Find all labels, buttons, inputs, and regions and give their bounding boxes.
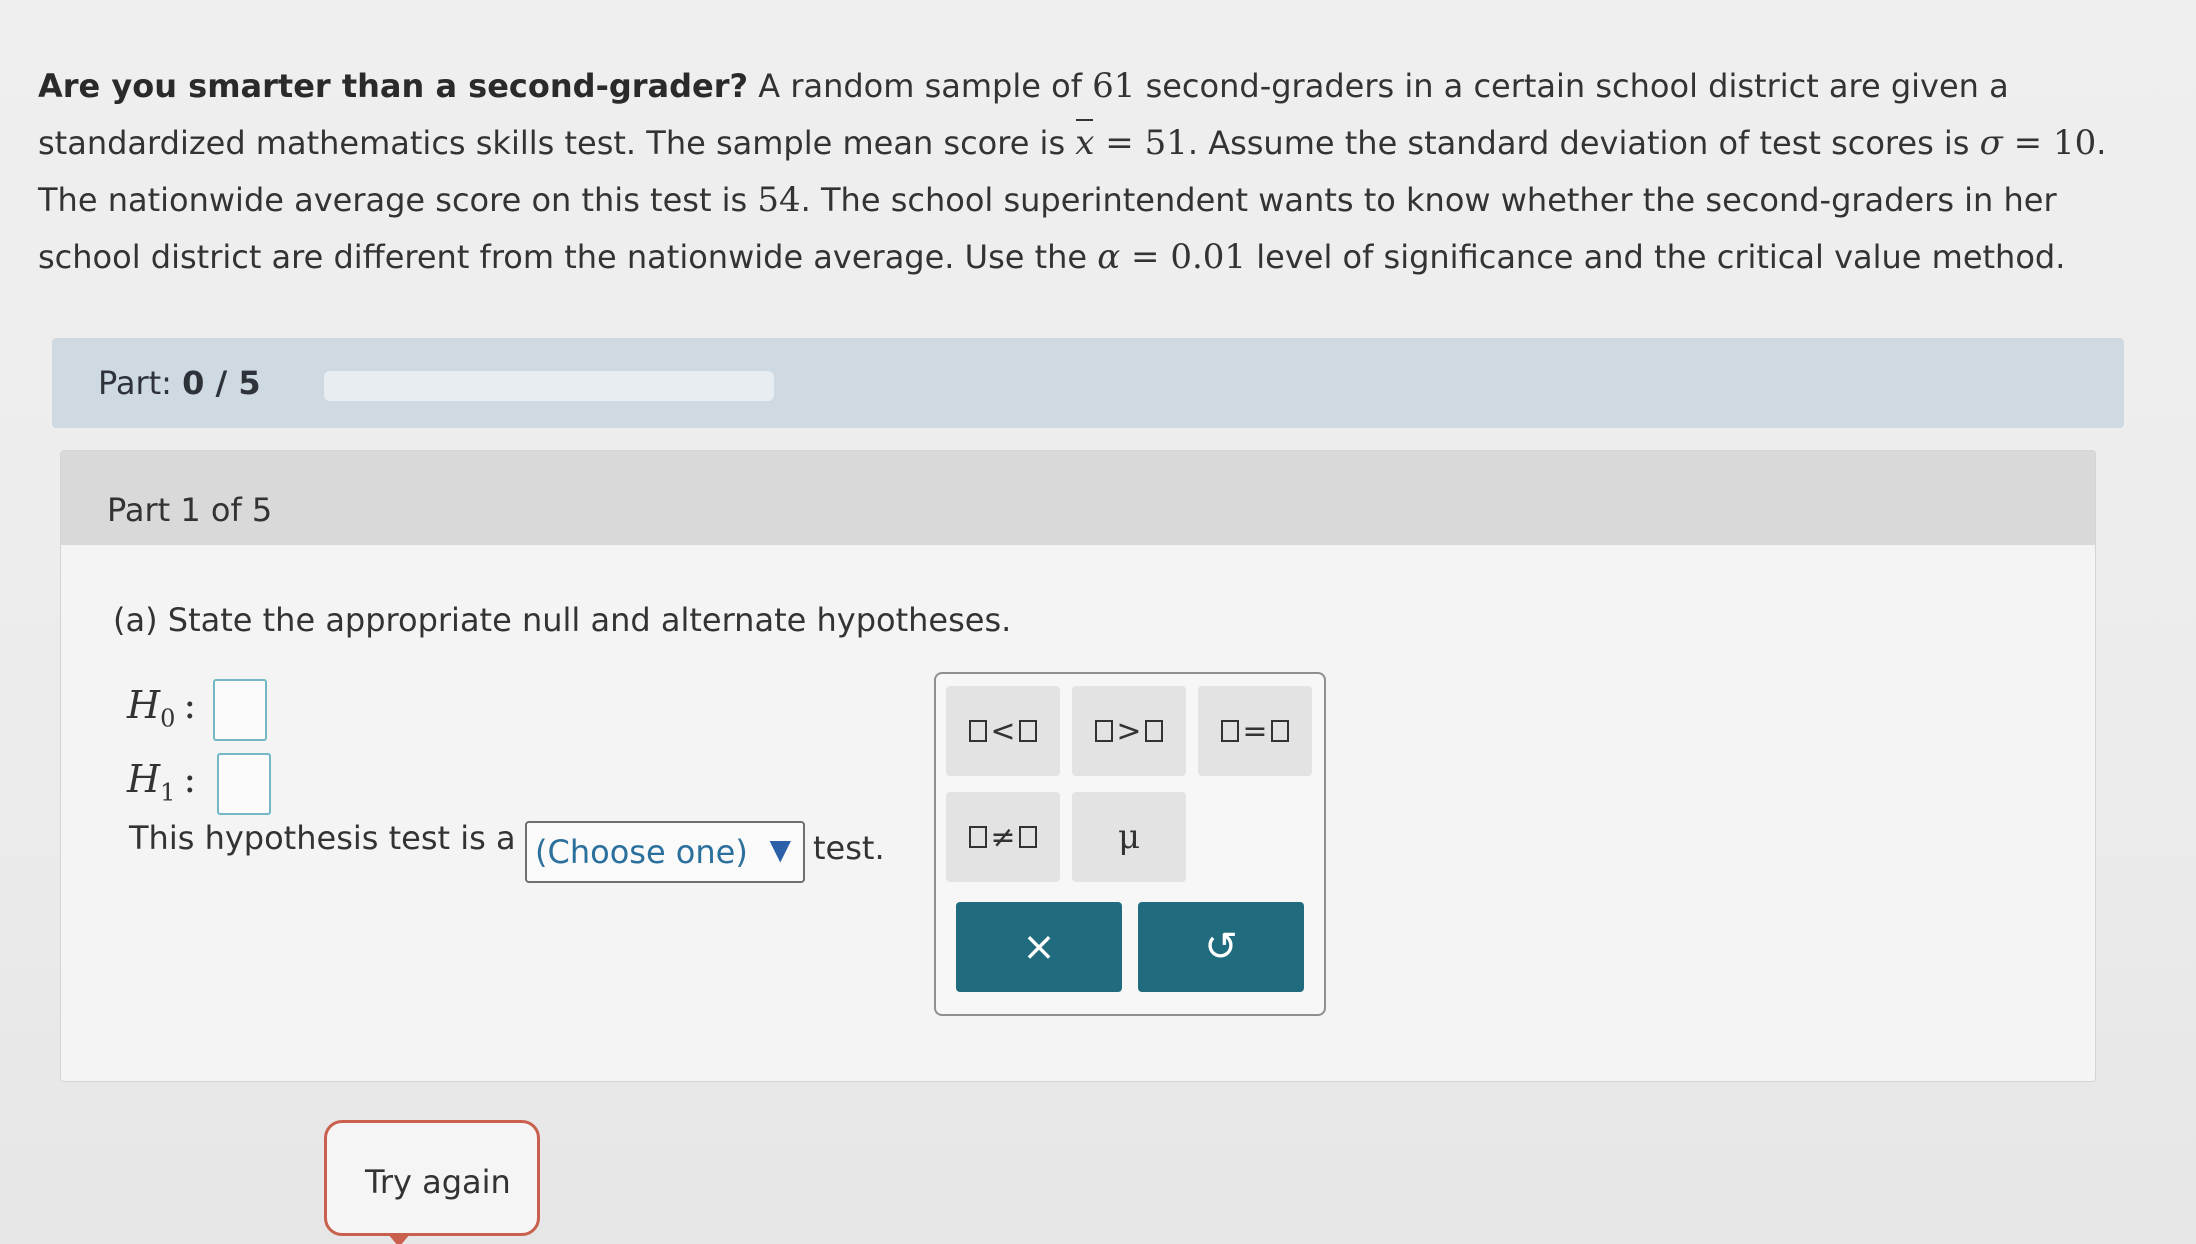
placeholder-box-icon: [1018, 826, 1037, 848]
test-type-dropdown-value: (Choose one): [535, 833, 748, 871]
alpha-value: 0.01: [1170, 237, 1247, 277]
test-type-prefix: This hypothesis test is a: [129, 819, 516, 857]
sample-mean: 51: [1144, 123, 1188, 163]
part-progress-bar: Part: 0 / 5: [52, 338, 2124, 428]
problem-statement: Are you smarter than a second-grader? A …: [38, 66, 2107, 277]
greater-than-key[interactable]: >: [1072, 686, 1186, 776]
test-type-suffix: test.: [813, 829, 885, 867]
clear-button[interactable]: ×: [956, 902, 1122, 992]
placeholder-box-icon: [1095, 720, 1114, 742]
problem-lead: Are you smarter than a second-grader?: [38, 67, 749, 105]
sample-size: 61: [1092, 66, 1136, 106]
part-progress-count: 0 / 5: [182, 364, 261, 402]
null-hypothesis-input[interactable]: [213, 679, 267, 741]
sigma-symbol: σ: [1979, 123, 2003, 163]
less-than-key[interactable]: <: [946, 686, 1060, 776]
equals-key[interactable]: =: [1198, 686, 1312, 776]
page: Are you smarter than a second-grader? A …: [0, 0, 2196, 1244]
undo-button[interactable]: ↺: [1138, 902, 1304, 992]
x-bar-symbol: x: [1075, 115, 1094, 172]
part-header-label: Part 1 of 5: [107, 491, 273, 529]
math-keypad: < > = ≠ μ × ↺: [934, 672, 1326, 1016]
placeholder-box-icon: [1270, 720, 1289, 742]
placeholder-box-icon: [969, 826, 988, 848]
undo-icon: ↺: [1204, 924, 1238, 970]
part-header: Part 1 of 5: [61, 451, 2095, 545]
placeholder-box-icon: [1221, 720, 1240, 742]
part-progress-label: Part: 0 / 5: [98, 364, 261, 402]
not-equal-key[interactable]: ≠: [946, 792, 1060, 882]
speech-bubble-tail: [387, 1233, 411, 1244]
try-again-label: Try again: [365, 1163, 511, 1201]
dropdown-arrow-icon: ▼: [769, 833, 791, 866]
null-hypothesis-label: H0:: [127, 683, 197, 733]
alpha-symbol: α: [1097, 237, 1121, 277]
alternate-hypothesis-input[interactable]: [217, 753, 271, 815]
mu-key[interactable]: μ: [1072, 792, 1186, 882]
close-icon: ×: [1022, 924, 1056, 970]
question-text: (a) State the appropriate null and alter…: [113, 601, 1012, 639]
placeholder-box-icon: [1018, 720, 1037, 742]
progress-track: [324, 371, 774, 401]
placeholder-box-icon: [969, 720, 988, 742]
alternate-hypothesis-label: H1:: [127, 757, 197, 807]
nationwide-mean: 54: [757, 180, 801, 220]
test-type-dropdown[interactable]: (Choose one) ▼: [525, 821, 805, 883]
placeholder-box-icon: [1144, 720, 1163, 742]
sigma-value: 10: [2052, 123, 2097, 163]
try-again-button[interactable]: Try again: [324, 1120, 540, 1244]
